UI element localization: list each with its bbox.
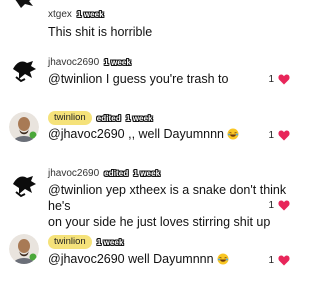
username[interactable]: xtgex	[48, 9, 72, 20]
heart-icon[interactable]	[278, 200, 290, 211]
comment-text: This shit is horrible	[48, 25, 153, 39]
edited-tag: edited	[104, 168, 129, 178]
time-tag: 1 week	[96, 237, 124, 247]
avatar[interactable]	[9, 170, 39, 200]
time-tag: 1 week	[125, 113, 153, 123]
like-count: 1	[268, 200, 274, 211]
username[interactable]: jhavoc2690	[48, 57, 99, 68]
username[interactable]: jhavoc2690	[48, 168, 99, 179]
heart-icon[interactable]	[278, 74, 290, 85]
username-pill[interactable]: twinlion	[48, 235, 92, 249]
edited-tag: edited	[96, 113, 121, 123]
comment-item: jhavoc2690 1 week @twinlion I guess you'…	[0, 50, 300, 100]
comment-text-line: on your side he just loves stirring shit…	[48, 215, 271, 229]
time-tag: 1 week	[104, 57, 131, 67]
comment-text-content: @jhavoc2690 ,, well Dayumnnn	[48, 127, 224, 141]
heart-icon[interactable]	[278, 130, 290, 141]
avatar[interactable]	[9, 234, 39, 264]
comment-text: @jhavoc2690 well Dayumnnn	[48, 251, 270, 267]
laughing-emoji-icon	[217, 253, 229, 265]
like-control[interactable]: 1	[268, 255, 290, 266]
laughing-emoji-icon	[227, 128, 239, 140]
heart-icon[interactable]	[278, 255, 290, 266]
time-tag: 1 week	[133, 168, 161, 178]
comment-text: @twinlion yep xtheex is a snake don't th…	[48, 182, 288, 230]
like-control[interactable]: 1	[268, 74, 290, 85]
comment-text-content: @jhavoc2690 well Dayumnnn	[48, 252, 214, 266]
like-count: 1	[268, 255, 274, 266]
comment-item: jhavoc2690 edited 1 week @twinlion yep x…	[0, 164, 300, 229]
comment-item: twinlion 1 week @jhavoc2690 well Dayumnn…	[0, 232, 300, 282]
comment-item: twinlion edited 1 week @jhavoc2690 ,, we…	[0, 108, 300, 158]
like-control[interactable]: 1	[268, 130, 290, 141]
like-count: 1	[268, 74, 274, 85]
like-count: 1	[268, 130, 274, 141]
comment-item: xtgex 1 week This shit is horrible	[0, 0, 300, 40]
comment-text-line: @twinlion yep xtheex is a snake don't th…	[48, 183, 287, 213]
comment-text: @twinlion I guess you're trash to	[48, 72, 229, 86]
time-tag: 1 week	[76, 9, 104, 19]
avatar[interactable]	[9, 112, 39, 142]
like-control[interactable]: 1	[268, 200, 290, 211]
username-pill[interactable]: twinlion	[48, 111, 92, 125]
avatar[interactable]	[9, 0, 39, 16]
comment-text: @jhavoc2690 ,, well Dayumnnn	[48, 126, 270, 142]
avatar[interactable]	[9, 55, 39, 85]
